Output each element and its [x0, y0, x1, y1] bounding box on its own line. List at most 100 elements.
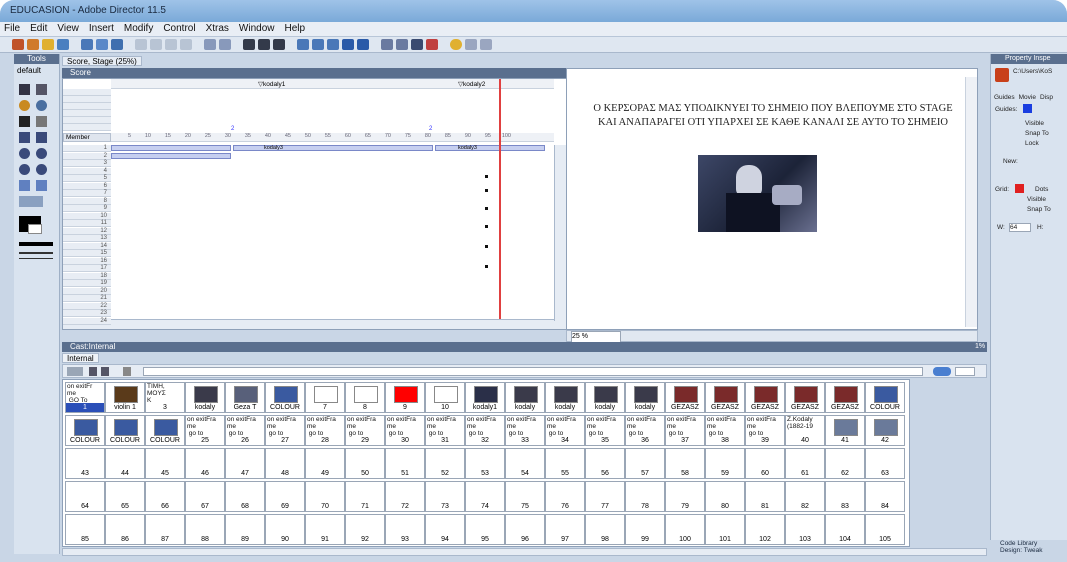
cast-member[interactable]: 77	[585, 481, 625, 512]
sprite-channel-number[interactable]: 6	[63, 182, 111, 190]
cast-member[interactable]: COLOUR	[265, 382, 305, 413]
menu-help[interactable]: Help	[281, 22, 312, 34]
button-tool-icon[interactable]	[36, 180, 47, 191]
menu-control[interactable]: Control	[159, 22, 201, 34]
play-icon[interactable]	[273, 39, 285, 50]
cast-member[interactable]: on exitFra me go to 31	[425, 415, 465, 446]
cast-member[interactable]: GEZASZ	[785, 382, 825, 413]
score-timeline[interactable]: ▽kodaly1 ▽kodaly2 2 2 Member 5 10 15 20 25 30…	[62, 78, 567, 330]
hand-tool-icon[interactable]	[19, 100, 30, 111]
behavior-icon[interactable]	[396, 39, 408, 50]
sprite-channel-number[interactable]: 2	[63, 152, 111, 160]
cast-member[interactable]: on exitFra me go to 30	[385, 415, 425, 446]
cast-member[interactable]: 57	[625, 448, 665, 479]
sprite-channel-number[interactable]: 5	[63, 175, 111, 182]
publish-icon[interactable]	[111, 39, 123, 50]
cast-member[interactable]: 79	[665, 481, 705, 512]
script-marker-2[interactable]: 2	[429, 126, 432, 132]
radio-filled-tool-icon[interactable]	[36, 164, 47, 175]
cast-member[interactable]: 58	[665, 448, 705, 479]
new-movie-icon[interactable]	[12, 39, 24, 50]
cast-member[interactable]: 56	[585, 448, 625, 479]
cast-member[interactable]: on exitFra me go to 27	[265, 415, 305, 446]
cast-member[interactable]: 80	[705, 481, 745, 512]
sprite-span-3[interactable]: kodaly3	[233, 145, 433, 151]
cast-member[interactable]: 96	[505, 514, 545, 545]
cast-member[interactable]: Geza T	[225, 382, 265, 413]
script-marker-1[interactable]: 2	[231, 126, 234, 132]
cast-member[interactable]: COLOUR	[145, 415, 185, 446]
guides-lock-checkbox[interactable]: Lock	[1025, 140, 1039, 147]
sprite-channel-number[interactable]: 19	[63, 280, 111, 287]
open-icon[interactable]	[42, 39, 54, 50]
cast-member[interactable]: GEZASZ	[705, 382, 745, 413]
paste-icon[interactable]	[180, 39, 192, 50]
palette-channel[interactable]	[63, 96, 111, 103]
cast-member[interactable]: GEZASZ	[745, 382, 785, 413]
cast-member[interactable]: 60	[745, 448, 785, 479]
sprite-channel-number[interactable]: 24	[63, 317, 111, 325]
cast-member[interactable]: on exitFr me GO To 1	[65, 382, 105, 413]
sound-channel-1[interactable]	[63, 110, 111, 117]
replace-icon[interactable]	[219, 39, 231, 50]
score-window-icon[interactable]	[312, 39, 324, 50]
save-all-icon[interactable]	[96, 39, 108, 50]
cast-member[interactable]: 10	[425, 382, 465, 413]
grid-visible-checkbox[interactable]: Visible	[1027, 196, 1046, 203]
cast-member[interactable]: 63	[865, 448, 905, 479]
cast-member[interactable]: on exitFra me go to 29	[345, 415, 385, 446]
line-tool-icon[interactable]	[36, 116, 47, 127]
member-view-select[interactable]: Member	[63, 133, 111, 142]
cast-member[interactable]: 81	[745, 481, 785, 512]
arrow-tool-icon[interactable]	[19, 84, 30, 95]
sprite-channel-number[interactable]: 17	[63, 265, 111, 272]
rect-tool-icon[interactable]	[19, 132, 30, 143]
cast-member[interactable]: 99	[625, 514, 665, 545]
line-width-1[interactable]	[19, 258, 53, 259]
cast-member[interactable]: violin 1	[105, 382, 145, 413]
grid-color-chip[interactable]	[1015, 184, 1024, 193]
cast-member[interactable]: 71	[345, 481, 385, 512]
cast-member[interactable]: 8	[345, 382, 385, 413]
xtras-icon[interactable]	[480, 39, 492, 50]
undo-icon[interactable]	[135, 39, 147, 50]
rotate-tool-icon[interactable]	[36, 84, 47, 95]
library-icon[interactable]	[465, 39, 477, 50]
stage-window-icon[interactable]	[297, 39, 309, 50]
tools-preset[interactable]: default	[14, 64, 59, 77]
playhead[interactable]	[499, 79, 501, 329]
grid-snap-checkbox[interactable]: Snap To	[1027, 206, 1051, 213]
cast-member[interactable]: kodaly	[585, 382, 625, 413]
round-rect-tool-icon[interactable]	[36, 132, 47, 143]
cast-member-drag-icon[interactable]	[123, 367, 131, 376]
import-icon[interactable]	[57, 39, 69, 50]
sprite-channel-number[interactable]: 15	[63, 250, 111, 257]
sprite-channel-number[interactable]: 10	[63, 212, 111, 220]
cast-member[interactable]: 43	[65, 448, 105, 479]
cast-member[interactable]: on exitFra me go to 38	[705, 415, 745, 446]
marker-kodaly1[interactable]: ▽kodaly1	[258, 80, 285, 88]
menu-edit[interactable]: Edit	[26, 22, 53, 34]
marker-kodaly2[interactable]: ▽kodaly2	[458, 80, 485, 88]
grid-width-input[interactable]: 64	[1009, 223, 1031, 232]
cast-member[interactable]: 49	[305, 448, 345, 479]
messages-icon[interactable]	[426, 39, 438, 50]
cast-member[interactable]: kodaly	[185, 382, 225, 413]
kodaly-photo[interactable]	[698, 155, 817, 232]
cast-member[interactable]: 7	[305, 382, 345, 413]
design-tweak-panel[interactable]: Design: Tweak	[990, 547, 1067, 554]
cast-member[interactable]: 46	[185, 448, 225, 479]
cast-member[interactable]: 73	[425, 481, 465, 512]
cast-member[interactable]: 91	[305, 514, 345, 545]
cast-member[interactable]: on exitFra me go to 25	[185, 415, 225, 446]
guides-color-chip[interactable]	[1023, 104, 1032, 113]
tab-movie[interactable]: Movie	[1019, 94, 1036, 101]
cast-member[interactable]: 66	[145, 481, 185, 512]
script-icon[interactable]	[381, 39, 393, 50]
stop-icon[interactable]	[258, 39, 270, 50]
cast-member[interactable]: 48	[265, 448, 305, 479]
tab-display[interactable]: Disp	[1040, 94, 1053, 101]
cast-member[interactable]: on exitFra me go to 35	[585, 415, 625, 446]
cast-member[interactable]: kodaly1	[465, 382, 505, 413]
cast-member[interactable]: on exitFra me go to 28	[305, 415, 345, 446]
